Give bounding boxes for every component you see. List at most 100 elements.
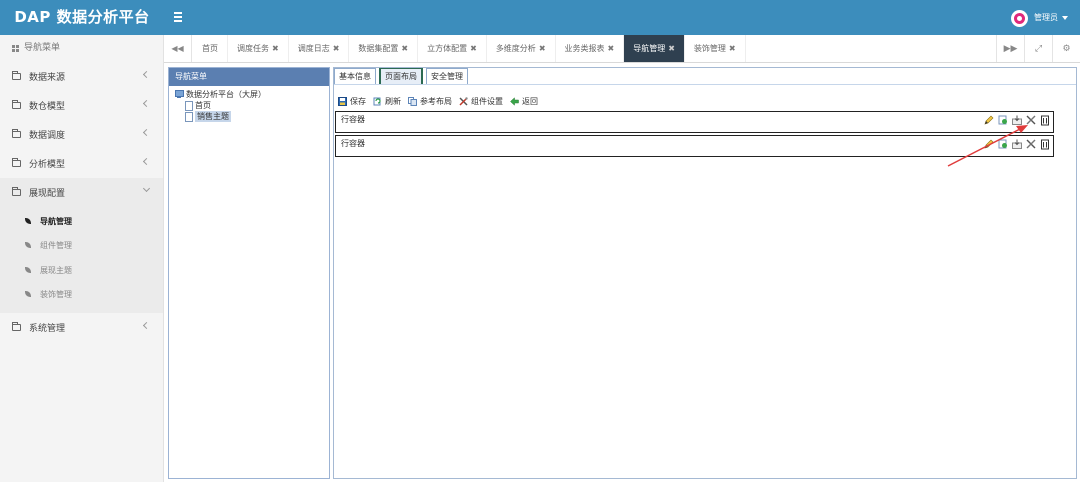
tree-node-label: 首页 bbox=[195, 101, 211, 110]
close-icon[interactable]: ✖ bbox=[539, 44, 546, 53]
sidebar-subitem-decoration-management[interactable]: 装饰管理 bbox=[0, 283, 163, 308]
tree-node-sales[interactable]: 销售主题 bbox=[175, 111, 329, 122]
settings-tools-icon[interactable] bbox=[1025, 138, 1036, 150]
nav-tree: 数据分析平台（大屏） 首页 销售主题 bbox=[169, 86, 329, 122]
tab-label: 多维度分析 bbox=[495, 44, 536, 53]
refresh-button[interactable]: 刷新 bbox=[373, 96, 401, 107]
fullscreen-icon[interactable]: ⤢ bbox=[1024, 35, 1052, 62]
sidebar-item-system-management[interactable]: 系统管理 bbox=[0, 313, 163, 342]
avatar bbox=[1011, 9, 1028, 27]
tab-strip: ◀◀ 首页 调度任务 ✖ 调度日志 ✖ 数据集配置 ✖ 立方体配置 ✖ 多维度分析 ✖ 业… bbox=[164, 35, 1080, 63]
close-icon[interactable]: ✖ bbox=[272, 44, 279, 53]
tab-label: 装饰管理 bbox=[693, 44, 726, 53]
tab-page-layout[interactable]: 页面布局 bbox=[379, 68, 423, 84]
edit-icon[interactable] bbox=[983, 114, 994, 126]
close-icon[interactable]: ✖ bbox=[401, 44, 408, 53]
tree-node-label: 销售主题 bbox=[195, 111, 231, 122]
row-container-label: 行容器 bbox=[341, 139, 365, 148]
tab-nav-management[interactable]: 导航管理 ✖ bbox=[624, 35, 685, 62]
chevron-left-icon bbox=[142, 128, 151, 137]
sidebar-item-label: 系统管理 bbox=[29, 324, 66, 334]
close-icon[interactable]: ✖ bbox=[470, 44, 477, 53]
row-actions bbox=[980, 114, 1050, 126]
menu-toggle-icon[interactable] bbox=[172, 9, 186, 25]
tab-security[interactable]: 安全管理 bbox=[426, 68, 468, 84]
sidebar-item-label: 分析模型 bbox=[29, 160, 66, 170]
add-component-icon[interactable] bbox=[997, 114, 1008, 126]
nav-panel-title: 导航菜单 bbox=[169, 68, 329, 86]
tab-cube-config[interactable]: 立方体配置 ✖ bbox=[418, 35, 487, 62]
content-area: 导航菜单 数据分析平台（大屏） 首页 销售主题 基本信息 页面布局 安全管理 保… bbox=[164, 63, 1080, 482]
tab-label: 调度任务 bbox=[237, 44, 269, 53]
tab-label: 导航管理 bbox=[633, 44, 666, 53]
sidebar-item-display-config[interactable]: 展现配置 bbox=[0, 178, 163, 207]
move-down-icon[interactable] bbox=[1011, 114, 1022, 126]
sidebar-item-warehouse-model[interactable]: 数仓模型 bbox=[0, 91, 163, 120]
close-icon[interactable]: ✖ bbox=[608, 44, 615, 53]
back-button[interactable]: 返回 bbox=[510, 96, 538, 107]
sidebar-header-label: 导航菜单 bbox=[24, 43, 61, 53]
sidebar-subitem-label: 导航管理 bbox=[40, 216, 72, 226]
add-component-icon[interactable] bbox=[997, 138, 1008, 150]
leaf-icon bbox=[25, 266, 32, 274]
save-button[interactable]: 保存 bbox=[338, 96, 366, 107]
layout-toolbar: 保存 刷新 参考布局 组件设置 返回 bbox=[334, 89, 1076, 111]
sidebar-item-analysis-model[interactable]: 分析模型 bbox=[0, 149, 163, 178]
leaf-icon bbox=[25, 242, 32, 249]
folder-icon bbox=[12, 158, 21, 167]
sidebar-item-label: 数仓模型 bbox=[29, 102, 66, 112]
tab-home[interactable]: 首页 bbox=[193, 35, 228, 62]
chevron-left-icon bbox=[142, 321, 151, 330]
tab-basic-info[interactable]: 基本信息 bbox=[334, 68, 376, 84]
reference-layout-button[interactable]: 参考布局 bbox=[408, 96, 452, 107]
tab-list: 首页 调度任务 ✖ 调度日志 ✖ 数据集配置 ✖ 立方体配置 ✖ 多维度分析 ✖ 业务类报… bbox=[193, 35, 746, 62]
computer-icon bbox=[175, 90, 184, 99]
user-name: 管理员 bbox=[1034, 13, 1058, 22]
back-label: 返回 bbox=[522, 97, 538, 106]
close-icon[interactable]: ✖ bbox=[729, 44, 736, 53]
sidebar-subitem-label: 展现主题 bbox=[40, 265, 72, 275]
tab-dataset-config[interactable]: 数据集配置 ✖ bbox=[349, 35, 419, 62]
tab-schedule-log[interactable]: 调度日志 ✖ bbox=[289, 35, 350, 62]
app-title: DAP 数据分析平台 bbox=[14, 8, 150, 26]
tab-business-report[interactable]: 业务类报表 ✖ bbox=[556, 35, 625, 62]
tab-label: 调度日志 bbox=[297, 44, 330, 53]
folder-icon bbox=[12, 322, 21, 331]
tab-decoration-management[interactable]: 装饰管理 ✖ bbox=[685, 35, 746, 62]
top-header: DAP 数据分析平台 管理员 bbox=[0, 0, 1080, 35]
component-settings-button[interactable]: 组件设置 bbox=[459, 96, 503, 107]
user-menu[interactable]: 管理员 bbox=[1011, 8, 1068, 28]
sidebar-subitem-nav-management[interactable]: 导航管理 bbox=[0, 209, 163, 234]
tabs-scroll-left-icon[interactable]: ◀◀ bbox=[164, 35, 192, 62]
sidebar-subitem-display-theme[interactable]: 展现主题 bbox=[0, 258, 163, 283]
sidebar-item-scheduling[interactable]: 数据调度 bbox=[0, 120, 163, 149]
chevron-down-icon bbox=[142, 184, 151, 193]
row-container[interactable]: 行容器 bbox=[335, 111, 1054, 133]
tree-node-root[interactable]: 数据分析平台（大屏） bbox=[175, 89, 329, 100]
grid-icon bbox=[12, 45, 19, 52]
delete-icon[interactable] bbox=[1039, 114, 1050, 126]
tree-node-label: 数据分析平台（大屏） bbox=[186, 90, 266, 99]
tab-label: 数据集配置 bbox=[358, 44, 399, 53]
settings-tools-icon[interactable] bbox=[1025, 114, 1036, 126]
leaf-icon bbox=[25, 217, 32, 225]
move-down-icon[interactable] bbox=[1011, 138, 1022, 150]
folder-icon bbox=[12, 129, 21, 138]
tab-multidim-analysis[interactable]: 多维度分析 ✖ bbox=[487, 35, 556, 62]
gear-icon[interactable]: ⚙ bbox=[1052, 35, 1080, 62]
sidebar-item-label: 数据调度 bbox=[29, 131, 66, 141]
edit-icon[interactable] bbox=[983, 138, 994, 150]
layout-tabs: 基本信息 页面布局 安全管理 bbox=[334, 68, 1076, 85]
reference-layout-label: 参考布局 bbox=[420, 97, 452, 106]
sidebar-item-data-source[interactable]: 数据来源 bbox=[0, 62, 163, 91]
tabs-scroll-right-icon[interactable]: ▶▶ bbox=[996, 35, 1024, 62]
row-container[interactable]: 行容器 bbox=[335, 135, 1054, 157]
sidebar-subitem-component-management[interactable]: 组件管理 bbox=[0, 234, 163, 259]
tree-node-home[interactable]: 首页 bbox=[175, 100, 329, 111]
tab-schedule-task[interactable]: 调度任务 ✖ bbox=[228, 35, 289, 62]
close-icon[interactable]: ✖ bbox=[668, 44, 675, 53]
page-icon bbox=[184, 112, 193, 122]
tools-icon bbox=[459, 97, 468, 106]
close-icon[interactable]: ✖ bbox=[333, 44, 340, 53]
delete-icon[interactable] bbox=[1039, 138, 1050, 150]
